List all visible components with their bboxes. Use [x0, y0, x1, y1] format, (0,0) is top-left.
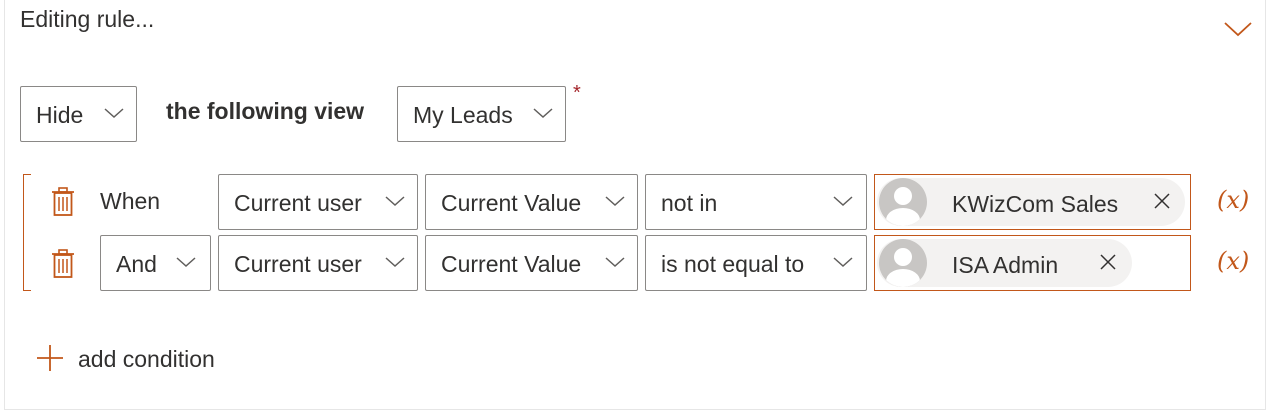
view-dropdown-value: My Leads — [413, 102, 513, 128]
close-icon[interactable] — [1153, 192, 1171, 210]
chevron-down-icon — [104, 108, 124, 119]
expression-button[interactable]: (x) — [1217, 247, 1249, 275]
value-type-dropdown-value: Current Value — [441, 190, 582, 216]
people-picker[interactable]: KWizCom Sales — [874, 174, 1191, 230]
person-chip[interactable]: ISA Admin — [877, 239, 1132, 287]
field-dropdown[interactable]: Current user — [218, 235, 418, 291]
close-icon[interactable] — [1099, 253, 1117, 271]
connector-dropdown-value: And — [116, 251, 157, 277]
chevron-down-icon — [385, 196, 405, 207]
person-name: ISA Admin — [952, 252, 1059, 278]
people-picker[interactable]: ISA Admin — [874, 235, 1191, 291]
value-type-dropdown[interactable]: Current Value — [425, 235, 638, 291]
action-dropdown-value: Hide — [36, 102, 84, 128]
person-name: KWizCom Sales — [952, 191, 1119, 217]
condition-group-bracket — [23, 174, 31, 291]
chevron-down-icon — [605, 196, 625, 207]
operator-dropdown[interactable]: is not equal to — [645, 235, 867, 291]
chevron-down-icon — [385, 257, 405, 268]
chevron-down-icon — [176, 257, 196, 268]
field-dropdown-value: Current user — [234, 251, 362, 277]
field-dropdown[interactable]: Current user — [218, 174, 418, 230]
operator-dropdown-value: not in — [661, 190, 718, 216]
value-type-dropdown-value: Current Value — [441, 251, 582, 277]
person-chip[interactable]: KWizCom Sales — [877, 178, 1185, 226]
add-condition-label: add condition — [78, 346, 215, 372]
chevron-down-icon — [533, 108, 553, 119]
view-dropdown[interactable]: My Leads — [397, 86, 566, 142]
operator-dropdown-value: is not equal to — [661, 251, 805, 277]
operator-dropdown[interactable]: not in — [645, 174, 867, 230]
chevron-down-icon — [833, 257, 853, 268]
condition-connector-when: When — [100, 188, 161, 214]
rule-title: Editing rule... — [20, 6, 155, 32]
following-view-label: the following view — [166, 98, 365, 124]
value-type-dropdown[interactable]: Current Value — [425, 174, 638, 230]
avatar-icon — [879, 239, 927, 287]
trash-icon[interactable] — [51, 187, 75, 217]
expression-button[interactable]: (x) — [1217, 186, 1249, 214]
trash-icon[interactable] — [51, 249, 75, 279]
action-dropdown[interactable]: Hide — [20, 86, 137, 142]
connector-dropdown[interactable]: And — [100, 235, 211, 291]
chevron-down-icon — [605, 257, 625, 268]
field-dropdown-value: Current user — [234, 190, 362, 216]
required-marker: * — [573, 82, 581, 104]
chevron-down-icon — [833, 196, 853, 207]
plus-icon — [37, 345, 63, 371]
avatar-icon — [879, 178, 927, 226]
chevron-down-icon[interactable] — [1222, 18, 1254, 40]
